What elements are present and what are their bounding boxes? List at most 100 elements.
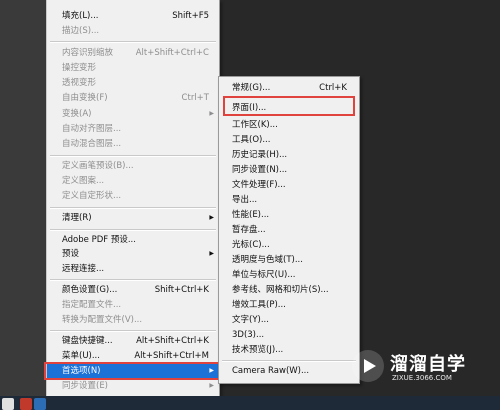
menu-item-label: 历史记录(H)... — [232, 150, 288, 160]
taskbar — [0, 396, 500, 410]
watermark-logo-icon — [352, 350, 384, 382]
menu-item-label: 内容识别缩放 — [62, 48, 114, 58]
submenu-arrow-icon: ▶ — [209, 110, 214, 117]
menu-item-stroke[interactable]: 描边(S)... — [47, 24, 219, 38]
submenu-item-general[interactable]: 常规(G)... Ctrl+K — [219, 81, 359, 96]
menu-item-puppet-warp[interactable]: 操控变形 — [47, 61, 219, 75]
submenu-item-history[interactable]: 历史记录(H)... — [219, 148, 359, 163]
menu-item-transform[interactable]: 变换(A) ▶ — [47, 107, 219, 121]
menu-item-menus[interactable]: 菜单(U)... Alt+Shift+Ctrl+M — [47, 349, 219, 363]
watermark-title: 溜溜自学 — [390, 354, 466, 375]
menu-separator — [50, 155, 216, 157]
menu-item-perspective-warp[interactable]: 透视变形 — [47, 76, 219, 90]
menu-item-define-pattern[interactable]: 定义图案... — [47, 174, 219, 188]
menu-item-label: 性能(E)... — [232, 210, 270, 220]
browser-icon[interactable] — [2, 398, 14, 410]
menu-item-label: 键盘快捷键... — [62, 336, 113, 346]
preferences-submenu: 常规(G)... Ctrl+K 界面(I)... 工作区(K)... 工具(O).… — [218, 76, 360, 384]
submenu-item-tools[interactable]: 工具(O)... — [219, 133, 359, 148]
menu-item-label: 变换(A) — [62, 109, 92, 119]
menu-item-label: 转换为配置文件(V)... — [62, 315, 143, 325]
submenu-item-cursors[interactable]: 光标(C)... — [219, 238, 359, 253]
menu-item-label: 文字(Y)... — [232, 315, 269, 325]
submenu-item-export[interactable]: 导出... — [219, 193, 359, 208]
annotation-box-preferences — [44, 362, 220, 380]
menu-item-label: 文件处理(F)... — [232, 180, 286, 190]
edit-menu: 填充(L)... Shift+F5 描边(S)... 内容识别缩放 Alt+Shif… — [46, 0, 220, 410]
menu-separator — [50, 207, 216, 209]
menu-item-label: 同步设置(E) — [62, 381, 109, 391]
menu-separator — [50, 229, 216, 231]
menu-item-label: 自由变换(F) — [62, 93, 108, 103]
menu-item-label: 单位与标尺(U)... — [232, 270, 296, 280]
menu-item-assign-profile[interactable]: 指定配置文件... — [47, 298, 219, 312]
menu-item-label: 光标(C)... — [232, 240, 270, 250]
menu-item-label: 透视变形 — [62, 78, 97, 88]
submenu-item-plugins[interactable]: 增效工具(P)... — [219, 298, 359, 313]
menu-item-pdf-presets[interactable]: Adobe PDF 预设... — [47, 233, 219, 247]
menu-item-keyboard-shortcuts[interactable]: 键盘快捷键... Alt+Shift+Ctrl+K — [47, 334, 219, 348]
menu-item-shortcut: Ctrl+K — [319, 83, 347, 93]
submenu-arrow-icon: ▶ — [209, 250, 214, 257]
menu-item-label: 增效工具(P)... — [232, 300, 286, 310]
menu-item-label: 菜单(U)... — [62, 351, 100, 361]
menu-item-label: 暂存盘... — [232, 225, 266, 235]
menu-item-label: 工作区(K)... — [232, 120, 278, 130]
watermark-subtitle: ZIXUE.3066.COM — [392, 374, 452, 382]
menu-item-sync-settings[interactable]: 同步设置(E) ▶ — [47, 379, 219, 393]
submenu-arrow-icon: ▶ — [209, 214, 214, 221]
app-icon[interactable] — [20, 398, 32, 410]
submenu-item-units-rulers[interactable]: 单位与标尺(U)... — [219, 268, 359, 283]
menu-item-label: 3D(3)... — [232, 330, 265, 340]
menu-item-remote-connections[interactable]: 远程连接... — [47, 262, 219, 276]
submenu-item-sync-settings[interactable]: 同步设置(N)... — [219, 163, 359, 178]
menu-item-shortcut: Ctrl+T — [181, 93, 209, 103]
menu-item-label: 填充(L)... — [62, 11, 99, 21]
menu-item-label: 工具(O)... — [232, 135, 271, 145]
submenu-item-performance[interactable]: 性能(E)... — [219, 208, 359, 223]
menu-item-label: 导出... — [232, 195, 258, 205]
menu-item-convert-profile[interactable]: 转换为配置文件(V)... — [47, 313, 219, 327]
watermark: 溜溜自学 ZIXUE.3066.COM — [352, 348, 492, 388]
submenu-item-file-handling[interactable]: 文件处理(F)... — [219, 178, 359, 193]
menu-item-label: 操控变形 — [62, 63, 97, 73]
menu-item-shortcut: Shift+F5 — [172, 11, 209, 21]
menu-separator — [50, 41, 216, 43]
menu-item-color-settings[interactable]: 颜色设置(G)... Shift+Ctrl+K — [47, 283, 219, 297]
submenu-item-type[interactable]: 文字(Y)... — [219, 313, 359, 328]
menu-item-label: 定义自定形状... — [62, 191, 122, 201]
menu-item-label: 透明度与色域(T)... — [232, 255, 303, 265]
menu-item-label: 自动混合图层... — [62, 139, 122, 149]
menu-item-label: 同步设置(N)... — [232, 165, 288, 175]
menu-item-label: 远程连接... — [62, 264, 105, 274]
submenu-item-camera-raw[interactable]: Camera Raw(W)... — [219, 364, 359, 379]
annotation-box-interface — [223, 96, 355, 116]
menu-item-label: 指定配置文件... — [62, 300, 122, 310]
menu-item-presets[interactable]: 预设 ▶ — [47, 247, 219, 261]
menu-item-purge[interactable]: 清理(R) ▶ — [47, 211, 219, 225]
menu-item-auto-align-layers[interactable]: 自动对齐图层... — [47, 122, 219, 136]
submenu-arrow-icon: ▶ — [209, 382, 214, 389]
submenu-item-3d[interactable]: 3D(3)... — [219, 328, 359, 343]
menu-item-shortcut: Alt+Shift+Ctrl+K — [136, 336, 209, 346]
submenu-item-technology-previews[interactable]: 技术预览(J)... — [219, 343, 359, 358]
menu-item-label: Adobe PDF 预设... — [62, 235, 136, 245]
menu-item-shortcut: Shift+Ctrl+K — [154, 285, 209, 295]
menu-item-label: 定义图案... — [62, 176, 105, 186]
menu-item-label: 常规(G)... — [232, 83, 271, 93]
menu-item-fill[interactable]: 填充(L)... Shift+F5 — [47, 9, 219, 23]
submenu-item-workspace[interactable]: 工作区(K)... — [219, 118, 359, 133]
menu-item-label: 定义画笔预设(B)... — [62, 161, 134, 171]
canvas-edge — [0, 0, 46, 396]
menu-item-define-brush[interactable]: 定义画笔预设(B)... — [47, 159, 219, 173]
menu-separator — [50, 279, 216, 281]
menu-item-auto-blend-layers[interactable]: 自动混合图层... — [47, 137, 219, 151]
menu-item-define-custom-shape[interactable]: 定义自定形状... — [47, 189, 219, 203]
submenu-item-scratch-disks[interactable]: 暂存盘... — [219, 223, 359, 238]
submenu-item-transparency-gamut[interactable]: 透明度与色域(T)... — [219, 253, 359, 268]
menu-item-label: 颜色设置(G)... — [62, 285, 118, 295]
photoshop-icon[interactable] — [34, 398, 46, 410]
menu-item-free-transform[interactable]: 自由变换(F) Ctrl+T — [47, 91, 219, 105]
submenu-item-guides-grid-slices[interactable]: 参考线、网格和切片(S)... — [219, 283, 359, 298]
menu-item-content-aware-scale[interactable]: 内容识别缩放 Alt+Shift+Ctrl+C — [47, 46, 219, 60]
